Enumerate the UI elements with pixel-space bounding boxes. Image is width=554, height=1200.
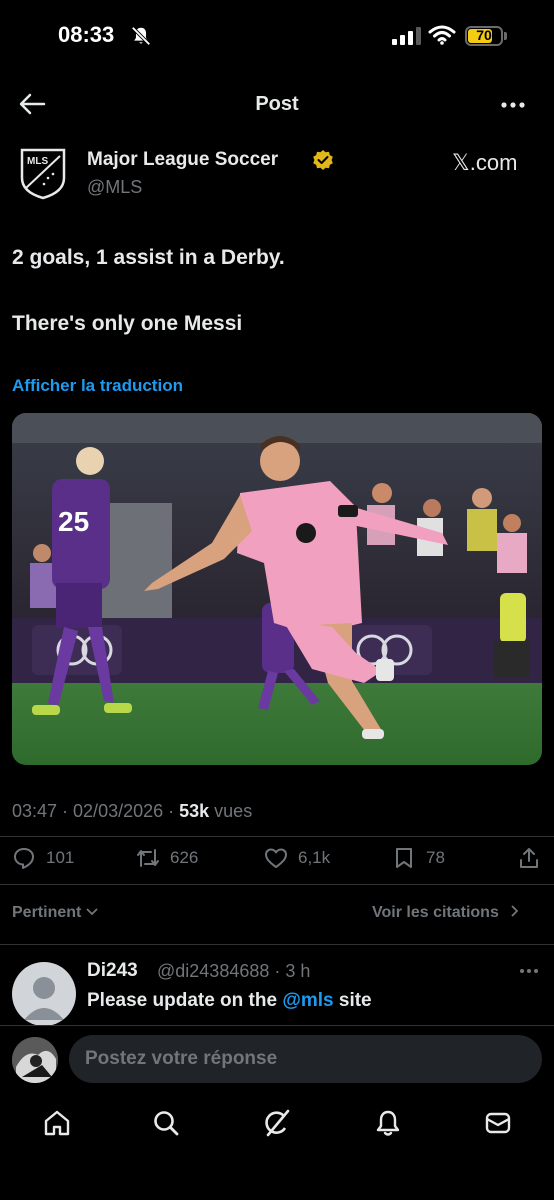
post-media-image[interactable]: 25 <box>12 413 542 765</box>
notifications-icon[interactable] <box>373 1108 403 1138</box>
user-avatar-image <box>12 1037 58 1083</box>
bookmark-button[interactable]: 78 <box>392 845 445 871</box>
reply-count: 101 <box>46 848 75 867</box>
svg-text:25: 25 <box>58 506 89 537</box>
divider <box>0 884 554 885</box>
battery-nub <box>504 32 507 40</box>
chevron-down-icon <box>86 908 98 916</box>
home-icon[interactable] <box>42 1108 72 1138</box>
bookmark-icon <box>396 848 412 868</box>
reply-mention-link[interactable]: @mls <box>282 990 333 1011</box>
translate-link[interactable]: Afficher la traduction <box>12 376 183 396</box>
battery-indicator: 70 <box>465 26 503 46</box>
wifi-icon <box>428 25 456 45</box>
author-handle[interactable]: @MLS <box>87 177 142 198</box>
repost-count: 626 <box>170 848 199 867</box>
like-count: 6,1k <box>298 848 331 867</box>
post-timestamp: 03:47 · 02/03/2026 · <box>12 801 180 821</box>
sort-dropdown[interactable]: Pertinent <box>12 904 98 922</box>
grok-icon[interactable] <box>262 1108 292 1138</box>
default-avatar-icon <box>24 977 64 1020</box>
status-time: 08:33 <box>58 22 115 47</box>
bell-off-icon <box>131 26 151 46</box>
heart-icon <box>265 848 287 868</box>
battery-level-text: 70 <box>476 27 492 43</box>
svg-text:MLS: MLS <box>27 156 48 167</box>
reply-more-icon[interactable] <box>518 962 540 980</box>
post-text-line-2: There's only one Messi <box>12 312 243 335</box>
reply-author-name[interactable]: Di243 <box>87 960 138 982</box>
views-count: 53k <box>179 801 210 821</box>
views-label: vues <box>209 801 253 821</box>
reply-text-after: site <box>333 990 372 1011</box>
my-avatar[interactable] <box>12 1037 58 1083</box>
post-text-line-1: 2 goals, 1 assist in a Derby. <box>12 246 285 269</box>
like-button[interactable]: 6,1k <box>264 845 330 871</box>
reply-button[interactable]: 101 <box>12 845 74 871</box>
post-meta: 03:47 · 02/03/2026 · 53k vues <box>12 801 252 822</box>
repost-button[interactable]: 626 <box>136 845 198 871</box>
reply-input[interactable]: Postez votre réponse <box>69 1035 542 1083</box>
sort-label: Pertinent <box>12 904 82 921</box>
divider <box>0 836 554 837</box>
share-button[interactable] <box>517 845 541 871</box>
source-link[interactable]: 𝕏.com <box>452 150 517 176</box>
cellular-signal-icon <box>392 27 421 45</box>
share-icon <box>520 848 538 868</box>
divider <box>0 944 554 945</box>
media-photo-illustration: 25 <box>12 413 542 765</box>
view-quotes-label: Voir les citations <box>372 904 499 921</box>
reply-author-handle[interactable]: @di24384688 · 3 h <box>157 961 310 982</box>
reply-icon <box>14 848 34 869</box>
author-name[interactable]: Major League Soccer <box>87 149 278 171</box>
chevron-right-icon <box>511 905 519 917</box>
bookmark-count: 78 <box>426 848 445 867</box>
reply-avatar[interactable] <box>12 962 76 1026</box>
reply-text-before: Please update on the <box>87 990 283 1011</box>
mls-logo-icon[interactable]: MLS <box>18 148 68 200</box>
page-title: Post <box>255 93 299 115</box>
messages-icon[interactable] <box>483 1108 513 1138</box>
more-options-icon[interactable] <box>500 95 526 115</box>
repost-icon <box>137 849 159 867</box>
verified-badge-icon <box>313 150 333 170</box>
view-quotes-link[interactable]: Voir les citations <box>372 904 521 922</box>
reply-text: Please update on the @mls site <box>87 990 372 1012</box>
search-icon[interactable] <box>151 1108 181 1138</box>
